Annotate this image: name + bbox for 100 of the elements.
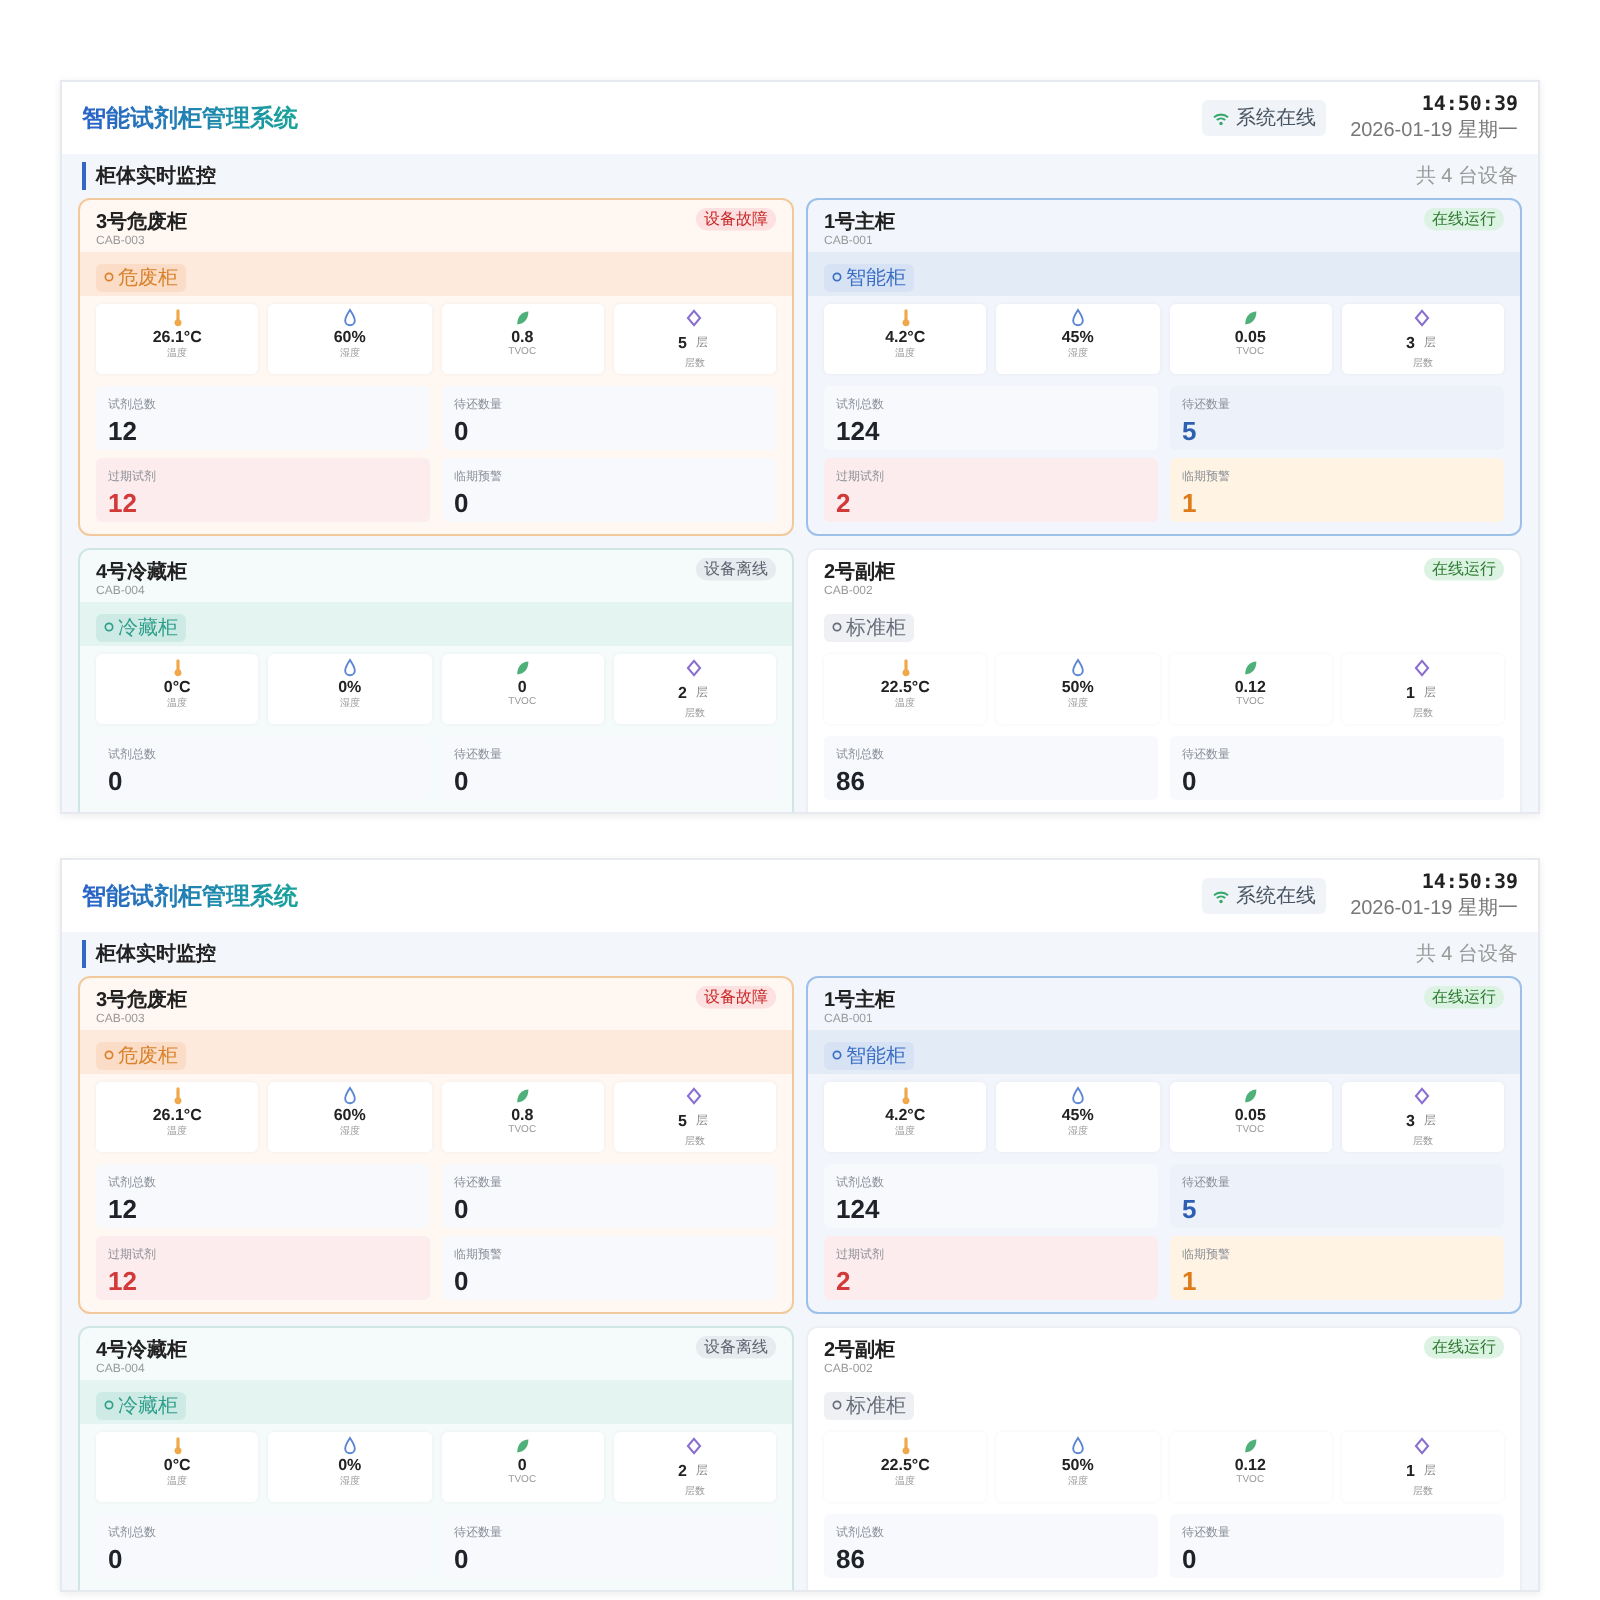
stat-value: 0 [454,1268,471,1296]
leaf-icon [514,308,531,328]
stat-value: 5 [1182,418,1199,446]
stat-value: 12 [108,1268,139,1296]
status-badge: 在线运行 [1424,986,1504,1009]
stat-value: 86 [836,768,867,796]
stat-value: 12 [108,1196,139,1224]
stat-value: 0 [108,768,125,796]
app-title: 智能试剂柜管理系统 [82,101,298,135]
stat-value: 2 [836,490,853,518]
app-title: 智能试剂柜管理系统 [82,879,298,913]
metric-value: 0.8 [511,328,534,346]
device-count: 共 4 台设备 [1415,941,1518,968]
stat-value: 124 [836,1196,882,1224]
status-badge: 在线运行 [1424,208,1504,231]
metric-value: 0°C [163,678,191,696]
stat-value: 0 [454,1196,471,1224]
leaf-icon [1242,308,1259,328]
metric-value: 4.2°C [885,328,926,346]
cabinet-name: 4号冷藏柜 [96,559,188,585]
metric-value: 0% [338,678,362,696]
leaf-icon [1242,1086,1259,1106]
diamond-icon [686,658,703,678]
metric-value: 45% [1061,1106,1094,1124]
metric-value: 26.1°C [152,328,202,346]
tag-text: 冷藏柜 [118,1393,178,1419]
diamond-icon [1414,1086,1431,1106]
metric-value: 0 [517,678,527,696]
circle-icon [832,272,842,282]
stat-value: 2 [836,1268,853,1296]
metric-value: 0% [338,1456,362,1474]
tag-text: 智能柜 [846,265,906,291]
clock-time: 14:50:39 [1421,93,1518,115]
circle-icon [832,622,842,632]
thermometer-icon [897,1086,914,1106]
diamond-icon [1414,1436,1431,1456]
metric-value: 4.2°C [885,1106,926,1124]
stat-value: 1 [1182,1268,1199,1296]
stat-value: 0 [1182,768,1199,796]
status-badge: 在线运行 [1424,558,1504,581]
status-badge: 设备故障 [696,208,776,231]
diamond-icon [686,308,703,328]
status-badge: 在线运行 [1424,1336,1504,1359]
cabinet-name: 1号主柜 [824,208,896,235]
thermometer-icon [897,658,914,678]
status-text: 系统在线 [1236,883,1317,910]
droplet-icon [1069,658,1086,678]
metric-value: 0°C [163,1456,191,1474]
thermometer-icon [169,1086,186,1106]
tag-text: 危废柜 [118,265,178,291]
cabinet-name: 3号危废柜 [96,208,188,235]
cabinet-name: 2号副柜 [824,559,896,585]
status-badge: 设备故障 [696,986,776,1009]
circle-icon [104,1050,114,1060]
stat-value: 86 [836,1546,867,1574]
stat-value: 0 [454,490,471,518]
cabinet-name: 4号冷藏柜 [96,1337,188,1363]
clock-time: 14:50:39 [1421,871,1518,893]
tag-text: 危废柜 [118,1043,178,1069]
metric-value: 0.12 [1234,1456,1266,1474]
thermometer-icon [169,1436,186,1456]
stat-value: 0 [454,1546,471,1574]
metric-value: 60% [333,328,366,346]
section-title: 柜体实时监控 [82,162,216,190]
droplet-icon [1069,1436,1086,1456]
stat-value: 12 [108,490,139,518]
status-text: 系统在线 [1236,105,1317,132]
circle-icon [832,1050,842,1060]
stat-value: 124 [836,418,882,446]
status-badge: 设备离线 [696,1336,776,1359]
stat-value: 12 [108,418,139,446]
metric-value: 50% [1061,678,1094,696]
droplet-icon [1069,1086,1086,1106]
thermometer-icon [169,308,186,328]
metric-value: 22.5°C [880,678,930,696]
device-count: 共 4 台设备 [1415,163,1518,190]
thermometer-icon [897,308,914,328]
circle-icon [832,1400,842,1410]
circle-icon [104,1400,114,1410]
section-title: 柜体实时监控 [82,940,216,968]
circle-icon [104,622,114,632]
leaf-icon [514,1436,531,1456]
metric-value: 60% [333,1106,366,1124]
clock-date: 2026-01-19 星期一 [1350,117,1518,143]
metric-value: 0.12 [1234,678,1266,696]
diamond-icon [1414,658,1431,678]
tag-text: 标准柜 [846,1393,906,1419]
metric-value: 0.05 [1234,1106,1266,1124]
droplet-icon [341,658,358,678]
stat-value: 1 [1182,490,1199,518]
droplet-icon [341,308,358,328]
metric-value: 22.5°C [880,1456,930,1474]
leaf-icon [1242,1436,1259,1456]
cabinet-name: 2号副柜 [824,1337,896,1363]
leaf-icon [514,1086,531,1106]
circle-icon [104,272,114,282]
metric-value: 45% [1061,328,1094,346]
stat-value: 5 [1182,1196,1199,1224]
droplet-icon [1069,308,1086,328]
stat-value: 0 [454,418,471,446]
